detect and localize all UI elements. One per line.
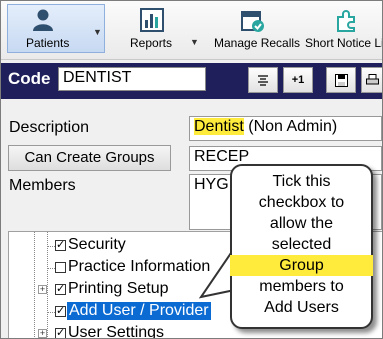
align-icon[interactable]: [248, 67, 278, 93]
callout-line: selected: [271, 236, 332, 253]
tree-line: [47, 312, 55, 313]
tree-line: [47, 232, 48, 338]
save-icon[interactable]: [326, 67, 356, 93]
callout-line: Tick this: [272, 173, 331, 190]
toolbar-short-notice-button[interactable]: Short Notice Li: [305, 36, 382, 50]
bar-chart-icon: [140, 8, 164, 32]
tree-item-label: Security: [68, 236, 126, 253]
members-label: Members: [9, 177, 76, 194]
tree-line: [47, 246, 55, 247]
checkbox-checked-icon[interactable]: ✓: [55, 240, 66, 251]
expand-icon[interactable]: +: [38, 329, 47, 338]
tree-item-label: User Settings: [68, 324, 165, 339]
tree-item-label: Printing Setup: [68, 280, 169, 297]
callout-text: Tick this checkbox to allow the selected…: [230, 171, 373, 318]
callout-highlight: Group: [230, 255, 373, 276]
puzzle-icon: [337, 10, 355, 32]
tree-item-label: Add User / Provider: [67, 302, 211, 320]
code-input[interactable]: DENTIST: [58, 67, 206, 91]
tree-line: [47, 268, 55, 269]
description-label: Description: [9, 119, 90, 136]
toolbar-patients-label: Patients: [26, 36, 70, 50]
chevron-down-icon[interactable]: ▼: [190, 37, 199, 47]
window: Patients ▼ Reports ▼ Manage Recalls Shor…: [0, 0, 383, 339]
plus-one-button[interactable]: +1: [283, 67, 313, 93]
description-field[interactable]: Dentist (Non Admin): [189, 116, 382, 141]
tree-line: [34, 232, 35, 338]
checkbox-unchecked-icon[interactable]: [55, 262, 66, 273]
checkbox-checked-icon[interactable]: ✓: [55, 328, 66, 338]
person-icon: [33, 9, 53, 31]
description-highlight: Dentist: [194, 118, 244, 135]
code-label: Code: [8, 69, 51, 88]
toolbar: Patients ▼ Reports ▼ Manage Recalls Shor…: [1, 1, 382, 60]
can-create-groups-button[interactable]: Can Create Groups: [8, 145, 171, 171]
calendar-check-icon: [241, 11, 264, 32]
expand-icon[interactable]: +: [38, 285, 47, 294]
callout-line: allow the: [269, 215, 334, 232]
description-rest: (Non Admin): [243, 118, 338, 135]
tree-item-label: Practice Information: [68, 258, 211, 275]
toolbar-reports-button[interactable]: Reports: [130, 36, 172, 50]
checkbox-checked-icon[interactable]: ✓: [55, 306, 66, 317]
callout-line: members to: [259, 278, 344, 295]
toolbar-manage-recalls-button[interactable]: Manage Recalls: [214, 36, 300, 50]
checkbox-checked-icon[interactable]: ✓: [55, 284, 66, 295]
print-icon[interactable]: [361, 67, 382, 93]
callout-highlight-line: Group: [230, 255, 373, 276]
chevron-down-icon[interactable]: ▼: [93, 27, 102, 37]
callout-line: checkbox to: [258, 194, 345, 211]
callout-line: Add Users: [264, 299, 339, 316]
